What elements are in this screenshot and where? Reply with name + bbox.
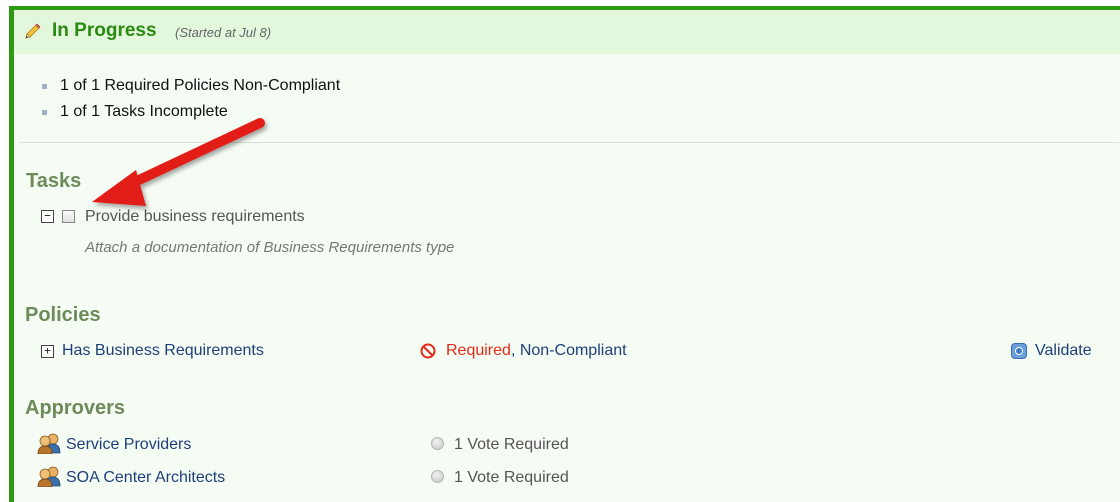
no-entry-icon — [420, 343, 436, 359]
policy-name-link[interactable]: Has Business Requirements — [62, 342, 264, 360]
expand-policy-button[interactable]: + — [41, 345, 54, 358]
validate-button[interactable]: Validate — [1035, 342, 1092, 360]
task-checkbox[interactable] — [62, 210, 75, 223]
approver-link[interactable]: SOA Center Architects — [66, 469, 225, 487]
summary-item: 1 of 1 Required Policies Non-Compliant — [42, 76, 340, 102]
policy-status: Required, Non-Compliant — [446, 342, 627, 360]
compliance-status: Non-Compliant — [519, 342, 627, 359]
summary-item: 1 of 1 Tasks Incomplete — [42, 102, 340, 128]
approver-link[interactable]: Service Providers — [66, 436, 191, 454]
vote-radio — [431, 437, 444, 450]
summary-text: 1 of 1 Required Policies Non-Compliant — [60, 77, 341, 94]
bullet-icon — [42, 84, 47, 89]
task-description: Attach a documentation of Business Requi… — [85, 239, 455, 256]
vote-status: 1 Vote Required — [454, 436, 569, 453]
validate-icon[interactable] — [1011, 343, 1027, 359]
people-icon — [37, 433, 61, 454]
vote-status: 1 Vote Required — [454, 469, 569, 486]
status-separator: , — [510, 342, 516, 359]
people-icon — [37, 466, 61, 487]
divider — [19, 142, 1119, 143]
summary-text: 1 of 1 Tasks Incomplete — [60, 103, 228, 120]
workflow-panel: In Progress (Started at Jul 8) 1 of 1 Re… — [9, 6, 1120, 502]
summary-list: 1 of 1 Required Policies Non-Compliant 1… — [42, 76, 340, 128]
tasks-heading: Tasks — [26, 170, 82, 192]
required-status: Required — [446, 342, 511, 359]
status-header: In Progress (Started at Jul 8) — [14, 10, 1120, 54]
vote-radio — [431, 470, 444, 483]
status-title: In Progress — [52, 20, 157, 41]
task-label[interactable]: Provide business requirements — [85, 208, 305, 226]
approvers-heading: Approvers — [25, 397, 126, 419]
pencil-icon — [25, 23, 41, 39]
bullet-icon — [42, 110, 47, 115]
collapse-task-button[interactable]: − — [41, 210, 54, 223]
started-date: (Started at Jul 8) — [175, 25, 272, 40]
policies-heading: Policies — [25, 304, 101, 326]
